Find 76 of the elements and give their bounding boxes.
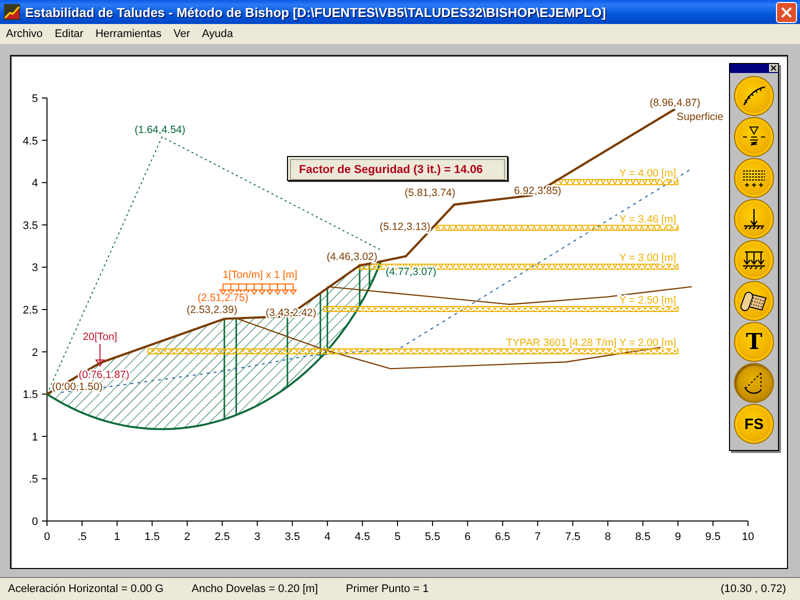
load-label: 1[Ton/m] x 1 [m] [222,269,298,281]
surface-tool-button[interactable] [734,76,774,116]
point-label: (1.64,4.54) [134,124,186,136]
reinforcement-label: Y = 2.50 [m] [619,294,676,306]
status-text: Primer Punto = 1 [344,583,430,595]
point-label: (2.53,2.39) [186,304,238,316]
x-tick-label: 1.5 [144,531,160,543]
circle-tool-button[interactable] [734,363,774,403]
menu-item[interactable]: Herramientas [89,28,168,40]
x-tick-label: 3.5 [284,531,300,543]
y-tick-label: 4.5 [22,135,38,148]
y-tick-label: 4 [32,178,38,190]
point-label: (5.81,3.74) [404,187,456,199]
x-tick-label: 4 [324,531,330,543]
tool-button[interactable]: FS [734,404,774,444]
menu-item[interactable]: Ayuda [196,28,239,40]
x-tick-label: .5 [77,531,87,543]
status-text: Aceleración Horizontal = 0.00 G [7,583,165,595]
x-tick-label: 2.5 [214,531,230,543]
load-arrow-icon [741,206,767,232]
status-text: (10.30 , 0.72) [720,583,787,595]
x-tick-label: 10 [742,531,754,543]
water-tool-button[interactable] [734,117,774,157]
load-label: 20[Ton] [82,331,118,343]
safety-factor-text: Factor de Seguridad (3 it.) = 14.06 [299,164,483,176]
y-tick-label: 3 [32,262,38,274]
menu-item[interactable]: Archivo [0,28,49,40]
x-tick-label: 5 [394,531,401,543]
x-tick-label: 5.5 [424,531,440,543]
distributed-load-tool-button[interactable] [734,240,774,280]
x-tick-label: 7.5 [565,531,580,543]
slice-line [286,316,288,387]
x-tick-label: 9.5 [705,531,721,543]
point-label: (5.12,3.13) [380,221,430,233]
status-text: Ancho Dovelas = 0.20 [m] [190,583,319,595]
menu-item[interactable]: Editar [48,28,90,40]
reinforcement-label: Y = 4.00 [m] [619,168,676,180]
point-label: (4.77,3.07) [386,266,436,278]
window-title: Estabilidad de Taludes - Método de Bishop [D:\FUENTES\VB5\TALUDES32\BISHOP\EJEMPLO] [25,4,607,20]
slice-line [326,288,328,350]
x-tick-label: 2 [184,531,190,543]
x-tick-label: 9 [674,531,681,543]
reinforcement-label: Y = 3.46 [m] [619,213,676,226]
reinforcement-label: Y = 3.00 [m] [619,252,676,264]
x-tick-label: 7 [534,531,541,543]
layers-tool-button[interactable] [734,158,774,198]
y-tick-label: 5 [32,93,38,105]
point-label: (2.51,2.75) [198,292,248,304]
x-tick-label: 6.5 [495,531,510,543]
x-tick-label: 3 [254,531,260,543]
close-icon[interactable] [769,64,778,72]
geotextile-tool-button[interactable] [734,281,774,321]
point-label: (4.46,3.02) [326,251,378,263]
x-tick-label: 4.5 [354,531,370,543]
tool-button[interactable]: T [734,322,774,362]
point-label: Superficie [676,111,724,123]
menu-item[interactable]: Ver [167,28,196,40]
x-tick-label: 1 [114,531,120,543]
x-tick-label: 8 [604,531,611,543]
slice-line [320,293,322,358]
x-tick-label: 6 [464,531,471,543]
y-tick-label: 2 [32,346,38,359]
x-tick-label: 0 [44,531,50,543]
slope-chart-icon [4,4,20,20]
y-tick-label: 2.5 [22,304,38,316]
y-tick-label: 0 [32,516,38,528]
y-tick-label: .5 [28,474,38,486]
close-button[interactable] [776,2,797,22]
point-load-arrow [95,344,105,367]
point-label: (8.96,4.87) [650,97,700,109]
close-icon [781,6,792,18]
point-load-tool-button[interactable] [734,199,774,239]
y-tick-label: 1.5 [22,389,38,402]
y-tick-label: 1 [32,431,38,444]
y-tick-label: 3.5 [22,220,38,232]
x-tick-label: 8.5 [635,531,650,543]
